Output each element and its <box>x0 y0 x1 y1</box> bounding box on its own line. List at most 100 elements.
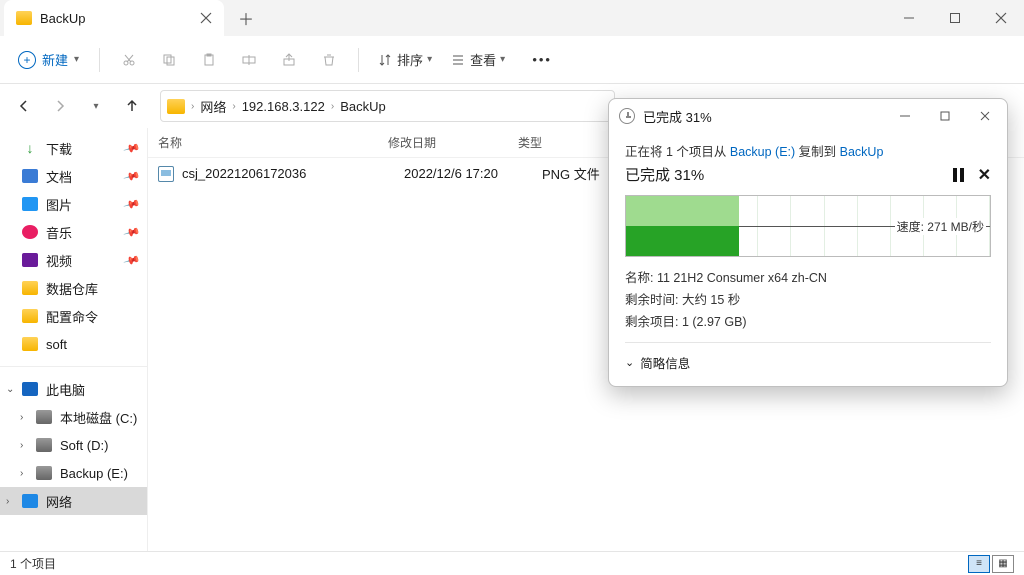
forward-button[interactable] <box>44 90 76 122</box>
copy-description: 正在将 1 个项目从 Backup (E:) 复制到 BackUp <box>625 141 991 160</box>
maximize-icon <box>947 10 963 26</box>
pin-icon: 📌 <box>123 139 141 157</box>
sidebar-item-drive-c[interactable]: ›本地磁盘 (C:) <box>0 403 147 431</box>
sidebar-item-folder[interactable]: 配置命令 <box>0 302 147 330</box>
delete-button[interactable] <box>310 42 348 78</box>
col-name[interactable]: 名称 <box>158 134 388 151</box>
title-bar: BackUp ＋ <box>0 0 1024 36</box>
chevron-right-icon: › <box>6 496 9 507</box>
recent-button[interactable]: ▾ <box>80 90 112 122</box>
sidebar-item-downloads[interactable]: ↓下载📌 <box>0 134 147 162</box>
ellipsis-icon: ••• <box>532 52 552 67</box>
copy-prefix: 正在将 1 个项目从 <box>625 145 730 159</box>
png-file-icon <box>158 166 174 182</box>
cancel-button[interactable]: ✕ <box>978 165 991 185</box>
address-bar[interactable]: › 网络 › 192.168.3.122 › BackUp <box>160 90 615 122</box>
details-view-button[interactable]: ≡ <box>968 555 990 573</box>
copy-icon <box>161 52 177 68</box>
download-icon: ↓ <box>22 141 38 155</box>
sidebar-item-documents[interactable]: 文档📌 <box>0 162 147 190</box>
speed-chart: 速度: 271 MB/秒 <box>625 195 991 257</box>
file-name: csj_20221206172036 <box>182 166 396 181</box>
view-button[interactable]: 查看 ▾ <box>442 44 513 75</box>
minimize-icon <box>901 10 917 26</box>
copy-dest-link[interactable]: BackUp <box>840 145 884 159</box>
copy-source-link[interactable]: Backup (E:) <box>730 145 795 159</box>
up-button[interactable] <box>116 90 148 122</box>
minimize-button[interactable] <box>886 0 932 36</box>
chevron-right-icon: › <box>20 412 23 423</box>
sidebar-item-folder[interactable]: 数据仓库 <box>0 274 147 302</box>
col-type[interactable]: 类型 <box>518 134 608 151</box>
crumb-1[interactable]: 192.168.3.122 <box>242 99 325 114</box>
pause-button[interactable] <box>953 168 964 182</box>
sidebar-item-music[interactable]: 音乐📌 <box>0 218 147 246</box>
sidebar-item-pictures[interactable]: 图片📌 <box>0 190 147 218</box>
chevron-right-icon: › <box>20 440 23 451</box>
video-icon <box>22 253 38 267</box>
list-icon <box>450 52 466 68</box>
sidebar-item-label: 图片 <box>46 195 72 214</box>
separator <box>358 48 359 72</box>
back-button[interactable] <box>8 90 40 122</box>
sidebar-item-label: 网络 <box>46 492 72 511</box>
copy-button[interactable] <box>150 42 188 78</box>
dialog-maximize-button[interactable] <box>929 103 961 129</box>
new-button[interactable]: + 新建 ▾ <box>8 44 89 75</box>
close-icon <box>993 10 1009 26</box>
more-button[interactable]: ••• <box>523 42 561 78</box>
chevron-down-icon: ⌄ <box>625 356 634 369</box>
rename-button[interactable] <box>230 42 268 78</box>
share-button[interactable] <box>270 42 308 78</box>
scissors-icon <box>121 52 137 68</box>
label: 名称: <box>625 271 657 285</box>
crumb-2[interactable]: BackUp <box>340 99 386 114</box>
new-label: 新建 <box>42 50 68 69</box>
tab-backup[interactable]: BackUp <box>4 0 224 36</box>
dialog-actions: ✕ <box>953 165 991 185</box>
maximize-button[interactable] <box>932 0 978 36</box>
chevron-right-icon: › <box>191 101 194 112</box>
cut-button[interactable] <box>110 42 148 78</box>
brief-info-toggle[interactable]: ⌄ 简略信息 <box>625 342 991 372</box>
chevron-down-icon: ▾ <box>500 54 505 65</box>
sidebar-item-label: Soft (D:) <box>60 438 108 453</box>
speed-value: 271 MB/秒 <box>927 220 984 234</box>
sidebar-item-drive-d[interactable]: › Soft (D:) <box>0 431 147 459</box>
sort-label: 排序 <box>397 50 423 69</box>
dialog-minimize-button[interactable] <box>889 103 921 129</box>
sidebar-item-network[interactable]: › 网络 <box>0 487 147 515</box>
separator <box>0 366 147 367</box>
paste-button[interactable] <box>190 42 228 78</box>
separator <box>99 48 100 72</box>
drive-icon <box>36 466 52 480</box>
col-date[interactable]: 修改日期 <box>388 134 518 151</box>
icons-view-button[interactable]: ▦ <box>992 555 1014 573</box>
sidebar-item-thispc[interactable]: ⌄此电脑 <box>0 375 147 403</box>
close-window-button[interactable] <box>978 0 1024 36</box>
sidebar-item-label: 音乐 <box>46 223 72 242</box>
sort-button[interactable]: 排序 ▾ <box>369 44 440 75</box>
sidebar-item-folder[interactable]: soft <box>0 330 147 358</box>
chevron-right-icon: › <box>232 101 235 112</box>
dialog-title-bar[interactable]: 已完成 31% <box>609 99 1007 133</box>
copy-progress-dialog: 已完成 31% 正在将 1 个项目从 Backup (E:) 复制到 BackU… <box>608 98 1008 387</box>
share-icon <box>281 52 297 68</box>
minimize-icon <box>897 108 913 124</box>
crumb-0[interactable]: 网络 <box>200 97 226 116</box>
value: 11 21H2 Consumer x64 zh-CN <box>657 271 827 285</box>
tab-close-button[interactable] <box>196 8 216 28</box>
dialog-close-button[interactable] <box>969 103 1001 129</box>
chevron-right-icon: › <box>20 468 23 479</box>
dialog-title: 已完成 31% <box>643 107 881 126</box>
folder-icon <box>22 337 38 351</box>
new-tab-button[interactable]: ＋ <box>230 2 262 34</box>
sidebar-item-label: 此电脑 <box>46 380 85 399</box>
view-switcher: ≡ ▦ <box>968 555 1014 573</box>
chevron-down-icon: ▾ <box>93 101 98 112</box>
sidebar-item-drive-e[interactable]: ›Backup (E:) <box>0 459 147 487</box>
sidebar-item-videos[interactable]: 视频📌 <box>0 246 147 274</box>
toolbar: + 新建 ▾ 排序 ▾ 查看 ▾ ••• <box>0 36 1024 84</box>
copy-mid: 复制到 <box>795 145 839 159</box>
chart-throughput-bar <box>626 196 739 226</box>
